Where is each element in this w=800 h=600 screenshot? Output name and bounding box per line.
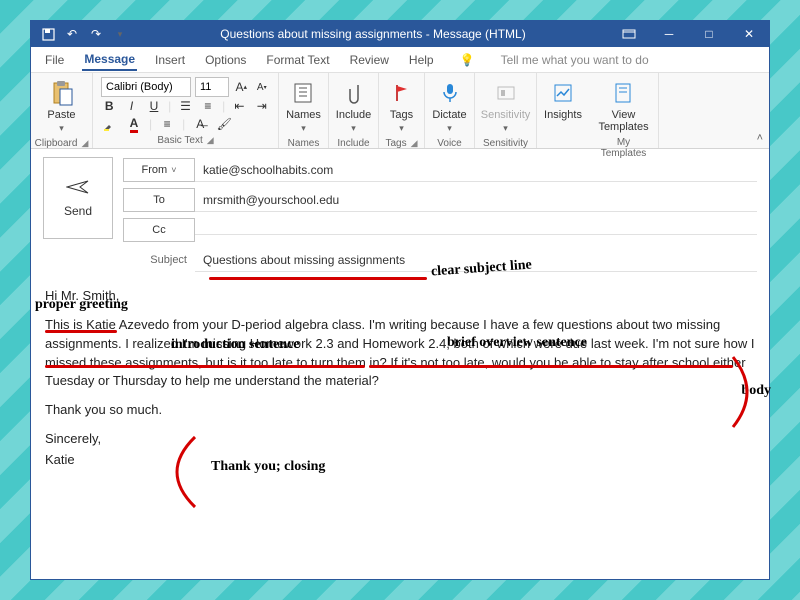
bold-icon[interactable]: B xyxy=(101,97,117,115)
from-button[interactable]: From ˅ xyxy=(123,158,195,182)
group-templates: View Templates My Templates xyxy=(589,73,659,148)
tags-button[interactable]: Tags▾ xyxy=(387,77,416,136)
font-color-icon[interactable]: A xyxy=(125,115,143,133)
from-field[interactable]: katie@schoolhabits.com xyxy=(195,159,757,182)
save-icon[interactable] xyxy=(41,27,55,41)
grow-font-icon[interactable]: A▴ xyxy=(233,78,250,96)
clear-format-icon[interactable]: A̶ xyxy=(191,115,209,133)
close-button[interactable]: ✕ xyxy=(729,21,769,47)
names-group-label: Names xyxy=(287,136,320,152)
group-include: Include▾ Include xyxy=(329,73,379,148)
dictate-label: Dictate xyxy=(432,109,466,121)
body-greeting: Hi Mr. Smith, xyxy=(45,287,755,306)
names-label: Names xyxy=(286,109,321,121)
numbering-icon[interactable]: ≡ xyxy=(200,97,216,115)
subject-label: Subject xyxy=(123,254,195,266)
undo-icon[interactable]: ↶ xyxy=(65,27,79,41)
ribbon-tabs: File Message Insert Options Format Text … xyxy=(31,47,769,73)
names-button[interactable]: Names▾ xyxy=(287,77,320,136)
body-closing-1: Sincerely, xyxy=(45,430,755,449)
microphone-icon xyxy=(436,79,464,107)
group-insights: Insights xyxy=(537,73,589,148)
paste-label: Paste xyxy=(47,109,75,121)
dictate-button[interactable]: Dictate▾ xyxy=(433,77,466,136)
ribbon-display-icon[interactable] xyxy=(609,21,649,47)
shrink-font-icon[interactable]: A▾ xyxy=(254,78,271,96)
bullets-icon[interactable]: ☰ xyxy=(177,97,193,115)
message-window: ↶ ↷ ▾ Questions about missing assignment… xyxy=(30,20,770,580)
basic-text-group-label: Basic Text xyxy=(157,135,202,146)
underline-icon[interactable]: U xyxy=(146,97,162,115)
insights-button[interactable]: Insights xyxy=(545,77,581,123)
tell-me-input[interactable]: Tell me what you want to do xyxy=(501,53,649,67)
highlight-icon[interactable] xyxy=(101,115,119,133)
body-paragraph-1: This is Katie Azevedo from your D-period… xyxy=(45,316,755,391)
insights-icon xyxy=(549,79,577,107)
cc-button[interactable]: Cc xyxy=(123,218,195,242)
templates-label: View Templates xyxy=(598,109,648,133)
clipboard-group-label: Clipboard xyxy=(35,138,78,149)
templates-icon xyxy=(610,79,638,107)
maximize-button[interactable]: □ xyxy=(689,21,729,47)
tags-group-label: Tags xyxy=(385,138,406,149)
font-name-select[interactable] xyxy=(101,77,191,97)
to-button[interactable]: To xyxy=(123,188,195,212)
address-book-icon xyxy=(290,79,318,107)
group-voice: Dictate▾ Voice xyxy=(425,73,475,148)
body-closing-2: Katie xyxy=(45,451,755,470)
tab-message[interactable]: Message xyxy=(82,49,137,71)
tab-help[interactable]: Help xyxy=(407,50,436,70)
group-basic-text: A▴ A▾ B I U | ☰ ≡ | ⇤ ⇥ A | ≡ | A̶ xyxy=(93,73,279,148)
send-button[interactable]: Send xyxy=(43,157,113,239)
tags-label: Tags xyxy=(390,109,413,121)
compose-area: Send From ˅ katie@schoolhabits.com To mr… xyxy=(31,149,769,488)
paste-button[interactable]: Paste ▾ xyxy=(39,77,84,136)
include-label: Include xyxy=(336,109,371,121)
body-thanks: Thank you so much. xyxy=(45,401,755,420)
group-clipboard: Paste ▾ Clipboard◢ xyxy=(31,73,93,148)
send-label: Send xyxy=(64,204,92,218)
ribbon: Paste ▾ Clipboard◢ A▴ A▾ B I U | ☰ ≡ | ⇤ xyxy=(31,73,769,149)
group-tags: Tags▾ Tags◢ xyxy=(379,73,425,148)
templates-group-label: My Templates xyxy=(597,135,650,162)
align-icon[interactable]: ≡ xyxy=(158,115,176,133)
include-group-label: Include xyxy=(337,136,370,152)
send-icon xyxy=(66,179,90,198)
voice-group-label: Voice xyxy=(433,136,466,152)
subject-field[interactable]: Questions about missing assignments xyxy=(195,249,757,272)
sensitivity-button[interactable]: Sensitivity▾ xyxy=(483,77,528,136)
attachment-icon xyxy=(340,79,368,107)
view-templates-button[interactable]: View Templates xyxy=(597,77,650,135)
tab-insert[interactable]: Insert xyxy=(153,50,187,70)
lightbulb-icon: 💡 xyxy=(460,53,475,67)
tab-review[interactable]: Review xyxy=(348,50,391,70)
minimize-button[interactable]: ─ xyxy=(649,21,689,47)
titlebar: ↶ ↷ ▾ Questions about missing assignment… xyxy=(31,21,769,47)
group-sensitivity: Sensitivity▾ Sensitivity xyxy=(475,73,537,148)
include-button[interactable]: Include▾ xyxy=(337,77,370,136)
flag-icon xyxy=(388,79,416,107)
insights-label: Insights xyxy=(544,109,582,121)
qat-dropdown-icon[interactable]: ▾ xyxy=(113,27,127,41)
tab-options[interactable]: Options xyxy=(203,50,248,70)
font-size-select[interactable] xyxy=(195,77,229,97)
sensitivity-label: Sensitivity xyxy=(481,109,531,121)
indent-right-icon[interactable]: ⇥ xyxy=(254,97,270,115)
sensitivity-group-label: Sensitivity xyxy=(483,136,528,152)
group-names: Names▾ Names xyxy=(279,73,329,148)
redo-icon[interactable]: ↷ xyxy=(89,27,103,41)
to-field[interactable]: mrsmith@yourschool.edu xyxy=(195,189,757,212)
tab-format-text[interactable]: Format Text xyxy=(264,50,331,70)
window-title: Questions about missing assignments - Me… xyxy=(137,27,609,41)
message-body[interactable]: Hi Mr. Smith, This is Katie Azevedo from… xyxy=(43,277,757,470)
clipboard-icon xyxy=(48,79,76,107)
cc-field[interactable] xyxy=(195,226,757,235)
chevron-down-icon: ▾ xyxy=(59,123,64,134)
indent-left-icon[interactable]: ⇤ xyxy=(231,97,247,115)
sensitivity-icon xyxy=(492,79,520,107)
format-painter-icon[interactable]: 🖌 xyxy=(215,115,233,133)
italic-icon[interactable]: I xyxy=(123,97,139,115)
collapse-ribbon-icon[interactable]: ˄ xyxy=(757,132,763,144)
tab-file[interactable]: File xyxy=(43,50,66,70)
